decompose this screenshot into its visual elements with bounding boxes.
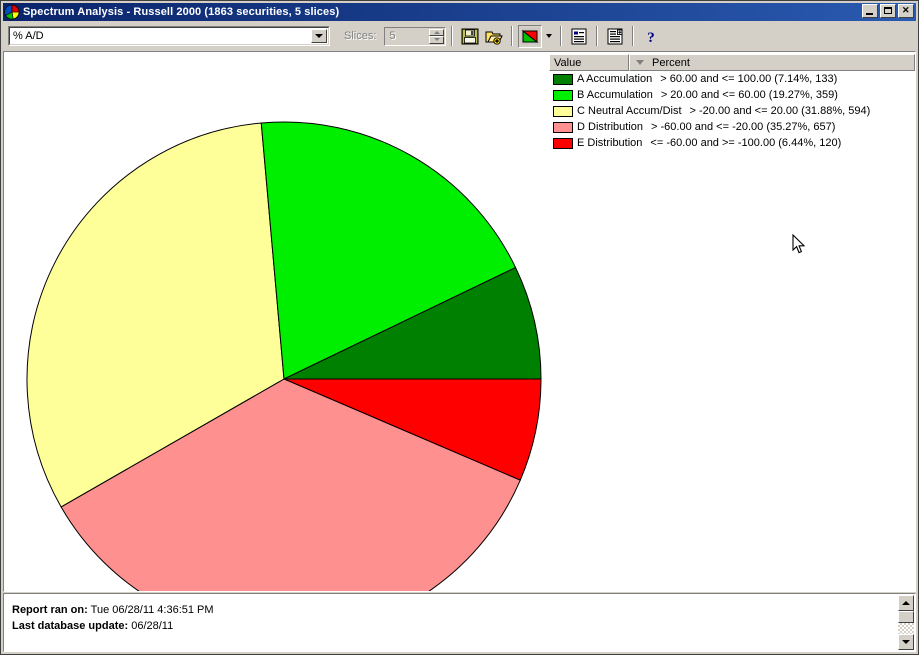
report-ran-label: Report ran on:	[12, 604, 88, 616]
last-update-value: 06/28/11	[131, 620, 174, 632]
minimize-button[interactable]	[862, 4, 878, 18]
report-client-area: Value Percent A Accumulation > 60.00 and …	[3, 51, 916, 592]
legend-color-swatch	[553, 137, 573, 149]
status-panel: Report ran on: Tue 06/28/11 4:36:51 PM L…	[3, 593, 916, 652]
field-selector-combobox[interactable]: % A/D	[8, 26, 330, 46]
pie-chart-icon	[4, 4, 20, 20]
pie-chart[interactable]	[4, 52, 549, 591]
detail-report-icon	[607, 28, 623, 44]
report-ran-value: Tue 06/28/11 4:36:51 PM	[90, 604, 214, 616]
legend-item-range: > -60.00 and <= -20.00 (35.27%, 657)	[651, 121, 836, 133]
legend-row[interactable]: A Accumulation > 60.00 and <= 100.00 (7.1…	[549, 71, 915, 87]
legend-item-label: A Accumulation	[577, 73, 653, 85]
last-update-line: Last database update: 06/28/11	[12, 618, 915, 634]
toolbar: % A/D Slices: 5 ?	[3, 22, 916, 50]
legend-panel: Value Percent A Accumulation > 60.00 and …	[549, 54, 915, 591]
close-button[interactable]	[898, 4, 914, 18]
floppy-disk-icon	[461, 28, 479, 44]
legend-color-swatch	[553, 121, 573, 133]
legend-item-label: D Distribution	[577, 121, 644, 133]
legend-column-percent-label: Percent	[652, 56, 690, 69]
list-report-icon	[571, 28, 587, 44]
legend-row[interactable]: C Neutral Accum/Dist > -20.00 and <= 20.0…	[549, 103, 915, 119]
application-window: Spectrum Analysis - Russell 2000 (1863 s…	[0, 0, 919, 655]
legend-item-range: > 60.00 and <= 100.00 (7.14%, 133)	[660, 73, 838, 85]
legend-item-range: <= -60.00 and >= -100.00 (6.44%, 120)	[650, 137, 842, 149]
slices-stepper[interactable]: 5	[384, 26, 447, 46]
scroll-up-button[interactable]	[898, 595, 914, 611]
legend-item-range: > -20.00 and <= 20.00 (31.88%, 594)	[689, 105, 871, 117]
report-ran-line: Report ran on: Tue 06/28/11 4:36:51 PM	[12, 602, 915, 618]
save-button[interactable]	[458, 25, 482, 48]
slices-spinner-buttons[interactable]	[429, 28, 445, 44]
question-mark-icon: ?	[648, 30, 656, 45]
chart-type-button[interactable]	[518, 24, 543, 48]
report-detail-button[interactable]	[603, 25, 627, 48]
help-button[interactable]: ?	[639, 25, 663, 48]
toolbar-separator	[451, 26, 454, 46]
slices-label: Slices:	[344, 30, 377, 42]
scrollbar-track[interactable]	[898, 623, 914, 634]
legend-column-value[interactable]: Value	[549, 54, 629, 71]
legend-column-value-label: Value	[554, 56, 582, 69]
legend-column-percent[interactable]: Percent	[629, 54, 915, 71]
legend-item-range: > 20.00 and <= 60.00 (19.27%, 359)	[660, 89, 838, 101]
chart-type-dropdown[interactable]	[542, 25, 555, 48]
report-list-button[interactable]	[567, 25, 591, 48]
pie-chart-icon	[520, 27, 540, 45]
slices-value: 5	[389, 30, 396, 42]
scrollbar-thumb[interactable]	[898, 611, 914, 623]
toolbar-separator	[596, 26, 599, 46]
legend-row[interactable]: B Accumulation > 20.00 and <= 60.00 (19.2…	[549, 87, 915, 103]
legend-row[interactable]: E Distribution <= -60.00 and >= -100.00 (…	[549, 135, 915, 151]
window-title: Spectrum Analysis - Russell 2000 (1863 s…	[23, 6, 340, 18]
field-selector-value: % A/D	[13, 30, 44, 42]
chevron-down-icon[interactable]	[311, 29, 327, 43]
legend-item-label: E Distribution	[577, 137, 643, 149]
open-folder-icon	[485, 31, 504, 45]
window-controls	[862, 4, 914, 18]
legend-item-label: B Accumulation	[577, 89, 653, 101]
legend-color-swatch	[553, 73, 573, 85]
legend-rows: A Accumulation > 60.00 and <= 100.00 (7.1…	[549, 71, 915, 151]
svg-text:?: ?	[648, 30, 656, 45]
sort-descending-icon	[636, 60, 644, 65]
status-scrollbar[interactable]	[898, 595, 914, 650]
slices-decrement-button[interactable]	[429, 36, 445, 44]
toolbar-separator	[560, 26, 563, 46]
title-bar: Spectrum Analysis - Russell 2000 (1863 s…	[3, 3, 916, 21]
last-update-label: Last database update:	[12, 620, 129, 632]
legend-item-label: C Neutral Accum/Dist	[577, 105, 682, 117]
status-text: Report ran on: Tue 06/28/11 4:36:51 PM L…	[4, 594, 915, 634]
toolbar-separator	[511, 26, 514, 46]
legend-header: Value Percent	[549, 54, 915, 71]
toolbar-separator	[632, 26, 635, 46]
slices-increment-button[interactable]	[429, 28, 445, 36]
maximize-button[interactable]	[880, 4, 896, 18]
legend-color-swatch	[553, 89, 573, 101]
open-button[interactable]	[482, 25, 506, 48]
legend-row[interactable]: D Distribution > -60.00 and <= -20.00 (35…	[549, 119, 915, 135]
pie-chart-area	[4, 52, 549, 591]
legend-color-swatch	[553, 105, 573, 117]
scroll-down-button[interactable]	[898, 634, 914, 650]
